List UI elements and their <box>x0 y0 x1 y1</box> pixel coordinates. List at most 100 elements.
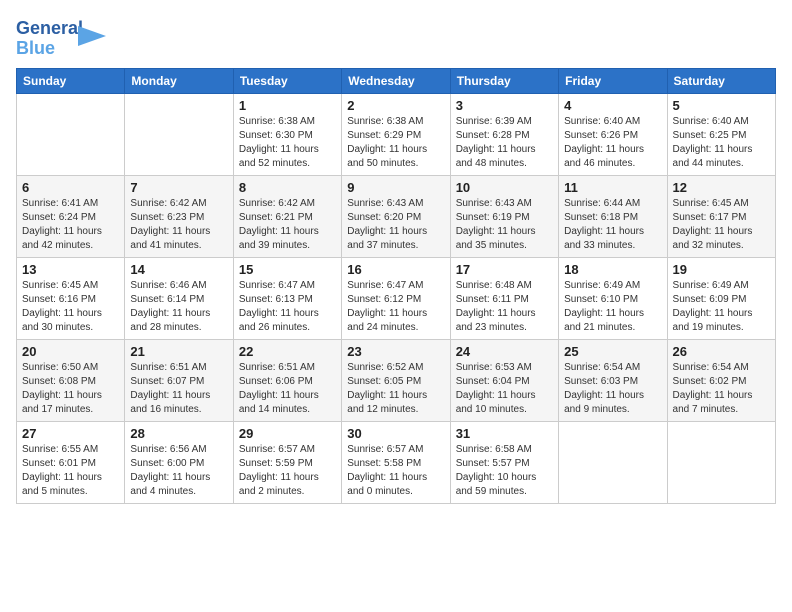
day-info: Sunrise: 6:50 AM Sunset: 6:08 PM Dayligh… <box>22 361 119 417</box>
day-number: 2 <box>347 98 444 113</box>
calendar-day-cell: 29Sunrise: 6:57 AM Sunset: 5:59 PM Dayli… <box>233 422 341 504</box>
day-info: Sunrise: 6:40 AM Sunset: 6:25 PM Dayligh… <box>673 115 770 171</box>
calendar-day-cell <box>125 94 233 176</box>
day-info: Sunrise: 6:42 AM Sunset: 6:21 PM Dayligh… <box>239 197 336 253</box>
day-of-week-header: Thursday <box>450 69 558 94</box>
svg-text:Blue: Blue <box>16 38 55 58</box>
day-info: Sunrise: 6:51 AM Sunset: 6:07 PM Dayligh… <box>130 361 227 417</box>
calendar-day-cell: 8 Sunrise: 6:42 AM Sunset: 6:21 PM Daylig… <box>233 176 341 258</box>
calendar-day-cell <box>559 422 667 504</box>
day-number: 23 <box>347 344 444 359</box>
day-info: Sunrise: 6:38 AM Sunset: 6:30 PM Dayligh… <box>239 115 336 171</box>
calendar-day-cell: 21 Sunrise: 6:51 AM Sunset: 6:07 PM Dayli… <box>125 340 233 422</box>
calendar-day-cell: 1 Sunrise: 6:38 AM Sunset: 6:30 PM Daylig… <box>233 94 341 176</box>
calendar-day-cell: 30 Sunrise: 6:57 AM Sunset: 5:58 PM Dayli… <box>342 422 450 504</box>
header: General Blue <box>16 16 776 58</box>
calendar-week-row: 6 Sunrise: 6:41 AM Sunset: 6:24 PM Daylig… <box>17 176 776 258</box>
day-info: Sunrise: 6:39 AM Sunset: 6:28 PM Dayligh… <box>456 115 553 171</box>
calendar-day-cell: 6 Sunrise: 6:41 AM Sunset: 6:24 PM Daylig… <box>17 176 125 258</box>
day-number: 29 <box>239 426 336 441</box>
day-of-week-header: Wednesday <box>342 69 450 94</box>
day-number: 26 <box>673 344 770 359</box>
day-info: Sunrise: 6:53 AM Sunset: 6:04 PM Dayligh… <box>456 361 553 417</box>
calendar-day-cell: 5 Sunrise: 6:40 AM Sunset: 6:25 PM Daylig… <box>667 94 775 176</box>
calendar-day-cell: 22 Sunrise: 6:51 AM Sunset: 6:06 PM Dayli… <box>233 340 341 422</box>
calendar-week-row: 1 Sunrise: 6:38 AM Sunset: 6:30 PM Daylig… <box>17 94 776 176</box>
day-number: 19 <box>673 262 770 277</box>
day-info: Sunrise: 6:54 AM Sunset: 6:02 PM Dayligh… <box>673 361 770 417</box>
day-info: Sunrise: 6:45 AM Sunset: 6:16 PM Dayligh… <box>22 279 119 335</box>
day-number: 15 <box>239 262 336 277</box>
day-of-week-header: Sunday <box>17 69 125 94</box>
logo: General Blue <box>16 16 106 58</box>
day-info: Sunrise: 6:49 AM Sunset: 6:10 PM Dayligh… <box>564 279 661 335</box>
day-number: 30 <box>347 426 444 441</box>
calendar-header-row: SundayMondayTuesdayWednesdayThursdayFrid… <box>17 69 776 94</box>
day-info: Sunrise: 6:52 AM Sunset: 6:05 PM Dayligh… <box>347 361 444 417</box>
calendar-day-cell: 19 Sunrise: 6:49 AM Sunset: 6:09 PM Dayli… <box>667 258 775 340</box>
day-number: 9 <box>347 180 444 195</box>
day-of-week-header: Monday <box>125 69 233 94</box>
day-number: 13 <box>22 262 119 277</box>
calendar-day-cell: 26 Sunrise: 6:54 AM Sunset: 6:02 PM Dayli… <box>667 340 775 422</box>
day-number: 27 <box>22 426 119 441</box>
calendar-day-cell: 17 Sunrise: 6:48 AM Sunset: 6:11 PM Dayli… <box>450 258 558 340</box>
calendar-day-cell: 4Sunrise: 6:40 AM Sunset: 6:26 PM Daylig… <box>559 94 667 176</box>
day-info: Sunrise: 6:44 AM Sunset: 6:18 PM Dayligh… <box>564 197 661 253</box>
calendar-day-cell: 16Sunrise: 6:47 AM Sunset: 6:12 PM Dayli… <box>342 258 450 340</box>
day-number: 11 <box>564 180 661 195</box>
day-number: 22 <box>239 344 336 359</box>
calendar-day-cell: 12 Sunrise: 6:45 AM Sunset: 6:17 PM Dayli… <box>667 176 775 258</box>
calendar-day-cell: 28 Sunrise: 6:56 AM Sunset: 6:00 PM Dayli… <box>125 422 233 504</box>
calendar-day-cell: 24 Sunrise: 6:53 AM Sunset: 6:04 PM Dayli… <box>450 340 558 422</box>
calendar-day-cell: 15 Sunrise: 6:47 AM Sunset: 6:13 PM Dayli… <box>233 258 341 340</box>
day-info: Sunrise: 6:43 AM Sunset: 6:20 PM Dayligh… <box>347 197 444 253</box>
calendar-day-cell: 27Sunrise: 6:55 AM Sunset: 6:01 PM Dayli… <box>17 422 125 504</box>
day-number: 31 <box>456 426 553 441</box>
calendar-day-cell: 25Sunrise: 6:54 AM Sunset: 6:03 PM Dayli… <box>559 340 667 422</box>
calendar-week-row: 27Sunrise: 6:55 AM Sunset: 6:01 PM Dayli… <box>17 422 776 504</box>
calendar-day-cell: 31 Sunrise: 6:58 AM Sunset: 5:57 PM Dayli… <box>450 422 558 504</box>
day-info: Sunrise: 6:51 AM Sunset: 6:06 PM Dayligh… <box>239 361 336 417</box>
calendar-table: SundayMondayTuesdayWednesdayThursdayFrid… <box>16 68 776 504</box>
day-info: Sunrise: 6:56 AM Sunset: 6:00 PM Dayligh… <box>130 443 227 499</box>
day-number: 8 <box>239 180 336 195</box>
day-number: 17 <box>456 262 553 277</box>
svg-text:General: General <box>16 18 83 38</box>
day-info: Sunrise: 6:41 AM Sunset: 6:24 PM Dayligh… <box>22 197 119 253</box>
calendar-day-cell: 18 Sunrise: 6:49 AM Sunset: 6:10 PM Dayli… <box>559 258 667 340</box>
day-info: Sunrise: 6:57 AM Sunset: 5:58 PM Dayligh… <box>347 443 444 499</box>
calendar-day-cell: 2Sunrise: 6:38 AM Sunset: 6:29 PM Daylig… <box>342 94 450 176</box>
calendar-day-cell: 23 Sunrise: 6:52 AM Sunset: 6:05 PM Dayli… <box>342 340 450 422</box>
day-number: 14 <box>130 262 227 277</box>
calendar-day-cell: 11 Sunrise: 6:44 AM Sunset: 6:18 PM Dayli… <box>559 176 667 258</box>
day-info: Sunrise: 6:47 AM Sunset: 6:13 PM Dayligh… <box>239 279 336 335</box>
day-info: Sunrise: 6:40 AM Sunset: 6:26 PM Dayligh… <box>564 115 661 171</box>
calendar-week-row: 20Sunrise: 6:50 AM Sunset: 6:08 PM Dayli… <box>17 340 776 422</box>
calendar-day-cell: 3Sunrise: 6:39 AM Sunset: 6:28 PM Daylig… <box>450 94 558 176</box>
calendar-week-row: 13 Sunrise: 6:45 AM Sunset: 6:16 PM Dayli… <box>17 258 776 340</box>
day-info: Sunrise: 6:48 AM Sunset: 6:11 PM Dayligh… <box>456 279 553 335</box>
day-number: 25 <box>564 344 661 359</box>
day-info: Sunrise: 6:49 AM Sunset: 6:09 PM Dayligh… <box>673 279 770 335</box>
day-number: 1 <box>239 98 336 113</box>
page: General Blue SundayMondayTuesdayWednesda… <box>0 0 792 612</box>
day-info: Sunrise: 6:45 AM Sunset: 6:17 PM Dayligh… <box>673 197 770 253</box>
day-number: 16 <box>347 262 444 277</box>
calendar-day-cell: 14Sunrise: 6:46 AM Sunset: 6:14 PM Dayli… <box>125 258 233 340</box>
calendar-day-cell <box>667 422 775 504</box>
calendar-day-cell <box>17 94 125 176</box>
day-number: 10 <box>456 180 553 195</box>
calendar-day-cell: 10Sunrise: 6:43 AM Sunset: 6:19 PM Dayli… <box>450 176 558 258</box>
day-number: 5 <box>673 98 770 113</box>
day-number: 21 <box>130 344 227 359</box>
day-number: 12 <box>673 180 770 195</box>
day-number: 6 <box>22 180 119 195</box>
day-of-week-header: Friday <box>559 69 667 94</box>
day-number: 18 <box>564 262 661 277</box>
day-number: 7 <box>130 180 227 195</box>
day-number: 28 <box>130 426 227 441</box>
day-info: Sunrise: 6:58 AM Sunset: 5:57 PM Dayligh… <box>456 443 553 499</box>
day-number: 24 <box>456 344 553 359</box>
calendar-day-cell: 7Sunrise: 6:42 AM Sunset: 6:23 PM Daylig… <box>125 176 233 258</box>
